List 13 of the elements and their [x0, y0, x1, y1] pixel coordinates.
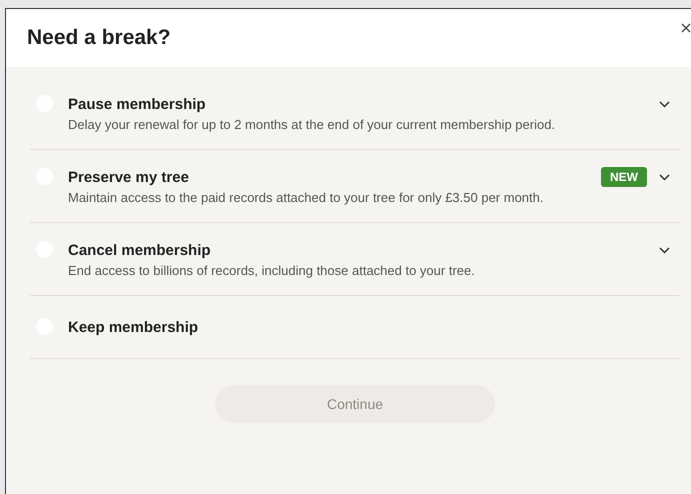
- option-title: Pause membership: [68, 96, 207, 112]
- option-title: Cancel membership: [68, 242, 212, 258]
- dialog-title: Need a break?: [27, 26, 171, 50]
- chevron-icon[interactable]: [659, 246, 670, 254]
- close-icon[interactable]: [681, 23, 691, 33]
- option-title: Keep membership: [68, 318, 200, 336]
- new-badge: NEW: [601, 167, 647, 187]
- option-title: Preserve my tree: [68, 168, 190, 186]
- option-description: End access to billions of records, including those attached to your tree.: [68, 262, 476, 279]
- chevron-icon[interactable]: [659, 100, 670, 108]
- chevron-icon[interactable]: [659, 174, 670, 180]
- option-description: Delay your renewal for up to 2 months at the end of your current membership period.: [68, 116, 556, 133]
- option-description: Maintain access to the paid records attached to your tree for only £3.50 per month.: [68, 189, 544, 206]
